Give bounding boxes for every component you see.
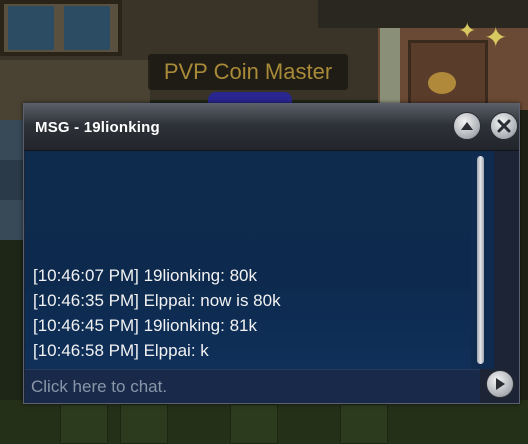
message-list: [10:46:07 PM] 19lionking: 80k [10:46:35 … — [33, 263, 463, 363]
lamp-icon — [428, 72, 456, 94]
ground-tile — [230, 404, 278, 444]
chat-message: [10:46:58 PM] Elppai: k — [33, 341, 209, 360]
chat-message: [10:46:45 PM] 19lionking: 81k — [33, 316, 257, 335]
chat-title: MSG - 19lionking — [35, 119, 160, 136]
close-button[interactable] — [490, 112, 518, 140]
play-arrow-icon — [494, 377, 506, 391]
chat-input[interactable] — [25, 369, 480, 403]
ground-tile — [120, 404, 168, 444]
close-icon — [497, 119, 511, 133]
send-button[interactable] — [486, 370, 514, 398]
chat-title-bar[interactable]: MSG - 19lionking — [24, 104, 519, 151]
window-pane — [8, 6, 54, 50]
chevron-up-icon — [460, 120, 474, 132]
chat-message: [10:46:35 PM] Elppai: now is 80k — [33, 291, 281, 310]
sparkle-icon: ✦ — [458, 18, 477, 43]
scrollbar-thumb[interactable] — [477, 156, 484, 364]
ground-tile — [60, 404, 108, 444]
window-pane — [64, 6, 110, 50]
sparkle-icon: ✦ — [484, 22, 508, 53]
chat-message-log[interactable]: [10:46:07 PM] 19lionking: 80k [10:46:35 … — [25, 151, 471, 369]
chat-message: [10:46:07 PM] 19lionking: 80k — [33, 266, 257, 285]
collapse-button[interactable] — [453, 112, 481, 140]
ground-tile — [340, 404, 388, 444]
building-window — [0, 0, 122, 56]
chat-scrollbar[interactable] — [471, 151, 494, 369]
building-wall-right — [520, 110, 528, 410]
npc-name-tag[interactable]: PVP Coin Master — [148, 54, 348, 90]
chat-window: MSG - 19lionking [10:46:07 PM] 19lionkin… — [23, 103, 520, 404]
